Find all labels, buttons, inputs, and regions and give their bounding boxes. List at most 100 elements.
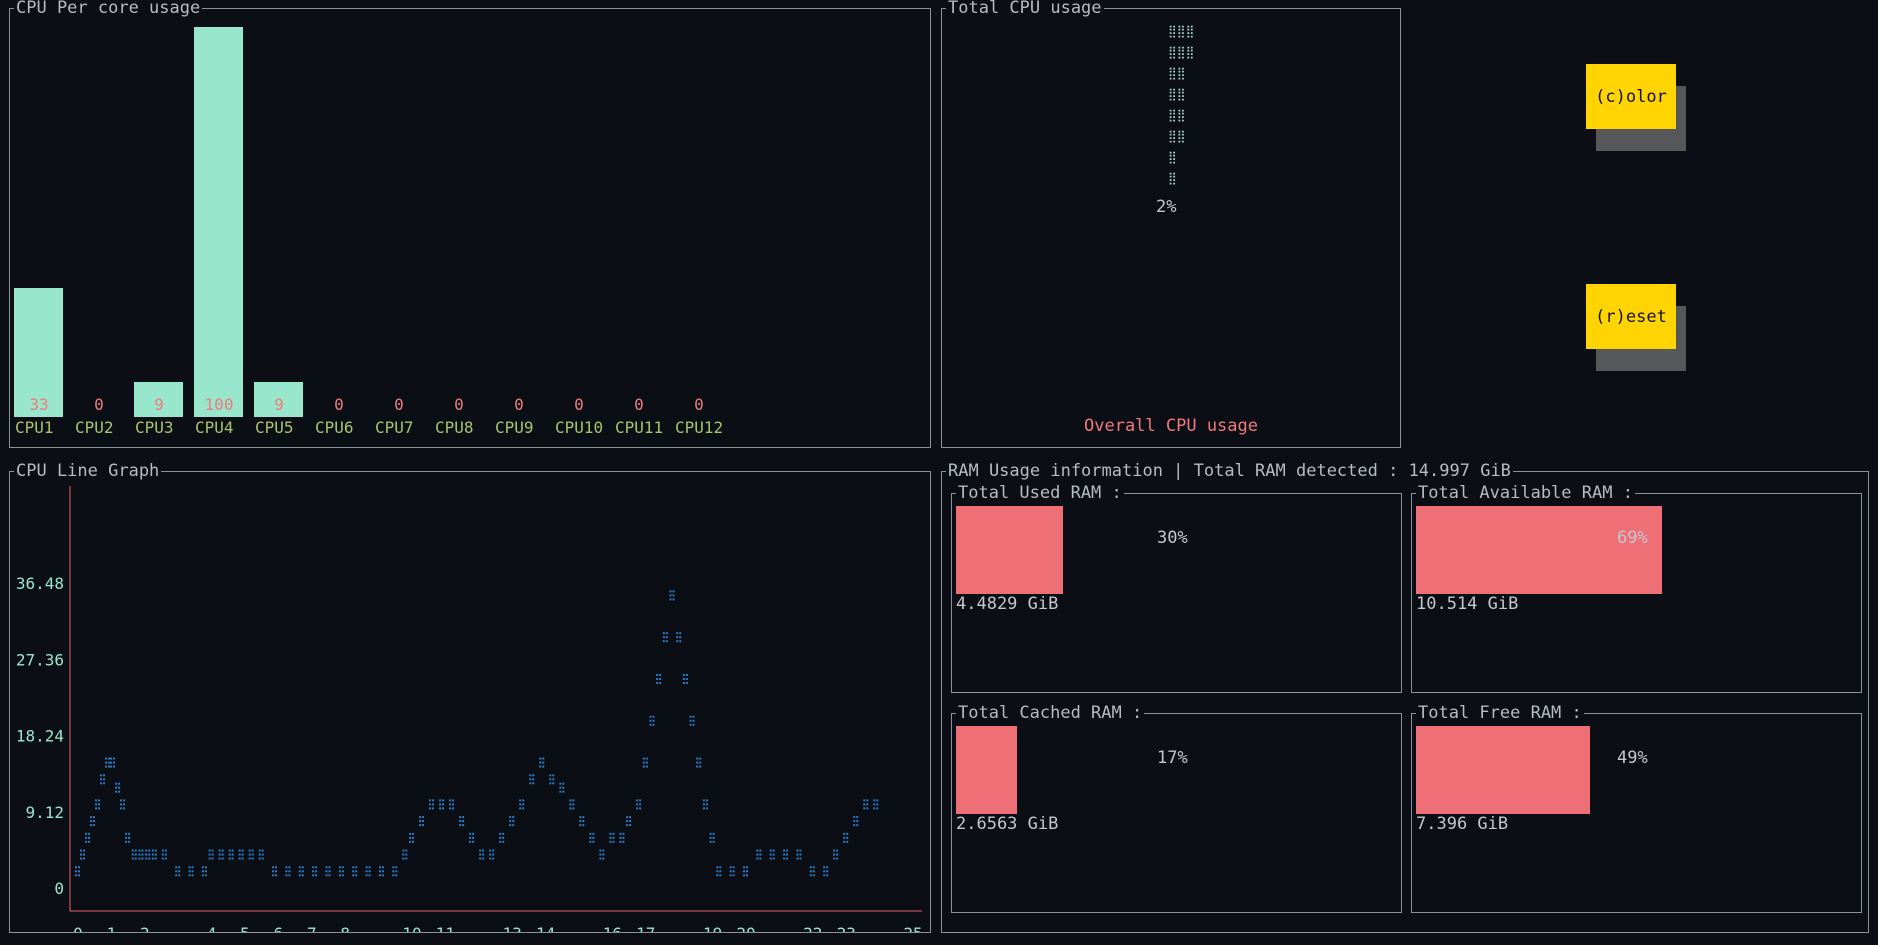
line-point-dot — [115, 786, 118, 789]
line-point-dot — [191, 870, 194, 873]
reset-button[interactable]: (r)eset — [1586, 284, 1676, 349]
line-point-dot — [288, 866, 291, 869]
line-point-dot — [365, 866, 368, 869]
line-point — [549, 774, 555, 785]
line-point-dot — [88, 836, 91, 839]
cpu-bar-value: 9 — [274, 395, 284, 414]
line-point-dot — [662, 636, 665, 639]
line-point-dot — [873, 807, 876, 810]
line-point-dot — [812, 866, 815, 869]
line-point-dot — [622, 832, 625, 835]
line-point-dot — [301, 874, 304, 877]
line-point-dot — [452, 807, 455, 810]
line-point-dot — [472, 832, 475, 835]
line-point-dot — [809, 870, 812, 873]
ram-bar — [1416, 506, 1662, 594]
line-point — [642, 757, 648, 768]
x-tick-label: 10 — [402, 924, 421, 932]
line-point-dot — [338, 874, 341, 877]
y-tick-label: 27.36 — [16, 650, 64, 669]
line-point-dot — [732, 866, 735, 869]
line-point — [709, 832, 715, 843]
color-button[interactable]: (c)olor — [1586, 64, 1676, 129]
line-point-dot — [113, 765, 116, 768]
line-point-dot — [552, 778, 555, 781]
line-point-dot — [572, 807, 575, 810]
line-point-dot — [395, 870, 398, 873]
line-point-dot — [312, 874, 315, 877]
line-point-dot — [592, 840, 595, 843]
line-point-dot — [679, 636, 682, 639]
line-point-dot — [812, 870, 815, 873]
line-point — [409, 832, 414, 843]
line-point-dot — [145, 853, 148, 856]
line-point-dot — [134, 849, 137, 852]
line-point-dot — [201, 874, 204, 877]
line-point-dot — [261, 857, 264, 860]
line-point-dot — [729, 874, 732, 877]
total-cpu-title: Total CPU usage — [946, 0, 1104, 19]
line-point-dot — [689, 715, 692, 718]
line-point — [105, 757, 111, 768]
line-point-dot — [743, 870, 745, 873]
line-point-dot — [88, 832, 91, 835]
line-point-dot — [312, 866, 315, 869]
line-point-dot — [115, 790, 118, 793]
line-point-dot — [756, 853, 759, 856]
line-point-dot — [161, 849, 164, 852]
line-point-dot — [439, 799, 442, 802]
line-point-dot — [846, 836, 849, 839]
line-point-dot — [716, 870, 719, 873]
line-point-dot — [876, 807, 879, 810]
line-point-dot — [275, 870, 278, 873]
line-point-dot — [108, 757, 111, 760]
line-point-dot — [522, 799, 525, 802]
x-tick-label: 6 — [274, 924, 284, 932]
line-point-dot — [315, 866, 318, 869]
line-point-dot — [743, 874, 745, 877]
line-point-dot — [131, 853, 134, 856]
x-tick-label: 7 — [307, 924, 317, 932]
line-point-dot — [645, 761, 648, 764]
line-point-dot — [392, 874, 395, 877]
x-tick-label: 16 — [603, 924, 622, 932]
ram-value: 10.514 GiB — [1416, 594, 1519, 614]
line-point-dot — [395, 866, 398, 869]
line-point-dot — [298, 866, 301, 869]
line-point-dot — [272, 870, 275, 873]
y-tick-label: 0 — [54, 879, 64, 898]
line-point — [599, 849, 605, 860]
line-point-dot — [449, 799, 452, 802]
cpu-bar-label: CPU12 — [675, 418, 724, 437]
line-point-dot — [799, 849, 802, 852]
cpu-bar-label: CPU5 — [255, 418, 294, 437]
cpu-bar-value: 0 — [334, 395, 344, 414]
line-point-dot — [532, 774, 535, 777]
line-point-dot — [191, 874, 194, 877]
line-point-dot — [272, 874, 275, 877]
line-point — [125, 832, 131, 843]
line-point-dot — [285, 866, 288, 869]
line-point-dot — [709, 836, 712, 839]
line-point — [833, 849, 839, 860]
line-point-dot — [636, 799, 639, 802]
line-point-dot — [93, 824, 96, 827]
line-point-dot — [241, 853, 244, 856]
line-point-dot — [499, 840, 502, 843]
line-point-dot — [409, 832, 411, 835]
line-point-dot — [80, 853, 83, 856]
line-point-dot — [649, 715, 652, 718]
cpu-bar-label: CPU8 — [435, 418, 474, 437]
line-point — [298, 866, 304, 877]
line-point-dot — [134, 853, 137, 856]
line-point — [449, 799, 455, 810]
line-point-dot — [589, 836, 592, 839]
line-point-dot — [636, 807, 639, 810]
line-point-dot — [103, 778, 106, 781]
cpu-bar-label: CPU7 — [375, 418, 414, 437]
line-point-dot — [83, 853, 86, 856]
line-point-dot — [402, 857, 405, 860]
line-point-dot — [502, 836, 505, 839]
line-point-dot — [746, 870, 748, 873]
line-point-dot — [231, 849, 234, 852]
